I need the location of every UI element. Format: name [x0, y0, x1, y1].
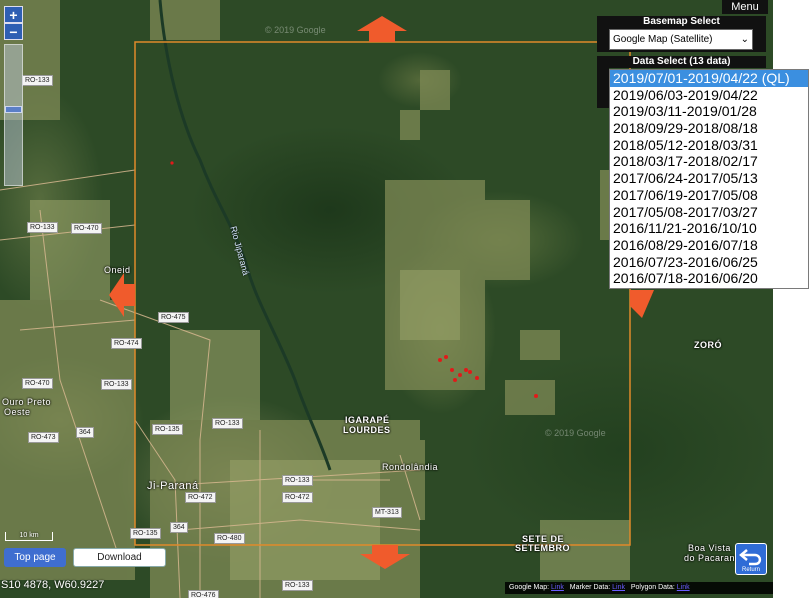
place-label-oeste: Oeste [4, 407, 31, 417]
basemap-dropdown[interactable]: Google Map (Satellite) ⌄ [609, 29, 753, 50]
detection-marker[interactable] [438, 358, 442, 362]
road-label: RO-470 [22, 378, 53, 389]
data-list-item[interactable]: 2018/05/12-2018/03/31 [610, 137, 808, 154]
scale-bar: 10 km [5, 532, 53, 541]
data-list-item[interactable]: 2019/03/11-2019/01/28 [610, 103, 808, 120]
zoom-out-button[interactable]: − [4, 23, 23, 40]
road-label: MT-313 [372, 507, 402, 518]
road-label: RO-472 [185, 492, 216, 503]
road-label: RO-476 [188, 590, 219, 598]
google-watermark: © 2019 Google [265, 25, 326, 35]
menu-button[interactable]: Menu [722, 0, 768, 14]
detection-marker[interactable] [453, 378, 457, 382]
data-list-item[interactable]: 2016/07/23-2016/06/25 [610, 254, 808, 271]
return-button[interactable]: Return [735, 543, 767, 575]
road-label: RO-133 [27, 222, 58, 233]
road-label: 364 [170, 522, 188, 533]
data-list-item[interactable]: 2016/08/29-2016/07/18 [610, 237, 808, 254]
google-watermark: © 2019 Google [545, 428, 606, 438]
road-label: 364 [76, 427, 94, 438]
data-panel [597, 68, 609, 108]
place-label-zoro: ZORÓ [694, 340, 722, 350]
cursor-coordinates: S10 4878, W60.9227 [1, 579, 105, 591]
data-list-item[interactable]: 2017/06/24-2017/05/13 [610, 170, 808, 187]
place-label-igarape: IGARAPÉ [345, 415, 390, 425]
data-select-header: Data Select (13 data) [597, 56, 766, 68]
detection-marker[interactable] [458, 373, 462, 377]
place-label-lourdes: LOURDES [343, 425, 391, 435]
chevron-down-icon: ⌄ [740, 34, 749, 45]
road-label: RO-472 [282, 492, 313, 503]
basemap-selected-value: Google Map (Satellite) [613, 34, 713, 45]
return-arrow-icon [739, 549, 762, 566]
polygon-attribution: Polygon Data: [630, 584, 675, 591]
zoom-slider-track[interactable] [4, 44, 23, 186]
data-list-item[interactable]: 2017/06/19-2017/05/08 [610, 187, 808, 204]
place-label-setembro: SETEMBRO [515, 543, 571, 553]
data-list-item[interactable]: 2016/11/21-2016/10/10 [610, 220, 808, 237]
road-label: RO-133 [22, 75, 53, 86]
marker-attribution: Marker Data: [569, 584, 611, 591]
road-label: RO-473 [28, 432, 59, 443]
download-button[interactable]: Download [73, 548, 166, 567]
road-label: RO-133 [282, 580, 313, 591]
road-label: RO-470 [71, 223, 102, 234]
detection-marker[interactable] [534, 394, 538, 398]
place-label-ouro-preto: Ouro Preto [2, 397, 52, 407]
data-list-item[interactable]: 2016/07/18-2016/06/20 [610, 270, 808, 287]
road-label: RO-133 [282, 475, 313, 486]
place-label-rondolandia: Rondolândia [382, 462, 439, 472]
pan-north-arrow[interactable] [357, 16, 407, 42]
pan-south-arrow[interactable] [360, 545, 410, 569]
detection-marker[interactable] [464, 368, 468, 372]
road-label: RO-133 [101, 379, 132, 390]
google-attribution-link[interactable]: Link [551, 584, 564, 591]
road-label: RO-480 [214, 533, 245, 544]
road-label: RO-475 [158, 312, 189, 323]
data-list-item[interactable]: 2018/03/17-2018/02/17 [610, 153, 808, 170]
attribution-bar: Google Map: Link Marker Data: Link Polyg… [505, 582, 773, 594]
data-list-item[interactable]: 2018/09/29-2018/08/18 [610, 120, 808, 137]
detection-marker[interactable] [468, 370, 472, 374]
zoom-in-button[interactable]: + [4, 6, 23, 23]
data-list-item[interactable]: 2017/05/08-2017/03/27 [610, 204, 808, 221]
detection-marker[interactable] [450, 368, 454, 372]
basemap-select-header: Basemap Select [597, 16, 766, 28]
place-label-boa-vista: Boa Vista [688, 543, 731, 553]
data-select-list[interactable]: 2019/07/01-2019/04/22 (QL) 2019/06/03-20… [609, 69, 809, 289]
road-label: RO-474 [111, 338, 142, 349]
data-list-item[interactable]: 2019/07/01-2019/04/22 (QL) [610, 70, 808, 87]
return-label: Return [741, 567, 760, 573]
zoom-slider-handle[interactable] [5, 106, 22, 113]
place-label-ji-parana: Ji-Paraná [147, 480, 199, 492]
road-label: RO-133 [212, 418, 243, 429]
road-label: RO-135 [130, 528, 161, 539]
place-label-do-pacarana: do Pacarana [684, 553, 741, 563]
data-list-item[interactable]: 2019/06/03-2019/04/22 [610, 87, 808, 104]
polygon-attribution-link[interactable]: Link [677, 584, 690, 591]
road-label: RO-135 [152, 424, 183, 435]
pan-west-arrow[interactable] [109, 273, 135, 317]
marker-attribution-link[interactable]: Link [612, 584, 625, 591]
detection-marker[interactable] [170, 161, 174, 165]
top-page-button[interactable]: Top page [4, 548, 66, 567]
detection-marker[interactable] [475, 376, 479, 380]
pan-east-arrow[interactable] [630, 290, 654, 318]
google-attribution: Google Map: [509, 584, 550, 591]
detection-marker[interactable] [444, 355, 448, 359]
